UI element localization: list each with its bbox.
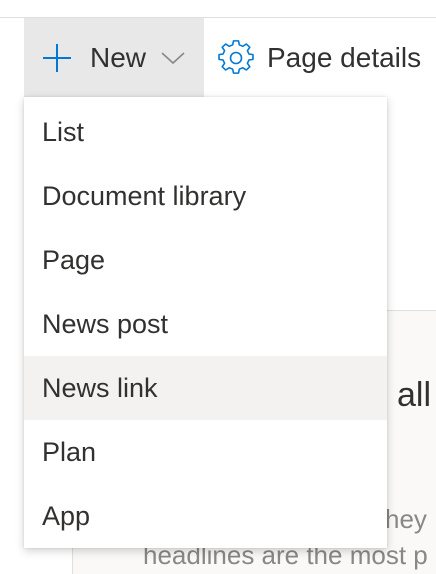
page-details-label: Page details [267,41,422,73]
menu-item-news-post[interactable]: News post [24,292,387,356]
command-bar: New Page details [0,18,436,97]
plus-icon [42,43,72,73]
background-text-line-1: hey [385,504,427,534]
menu-item-page[interactable]: Page [24,228,387,292]
background-heading: all [397,376,432,414]
menu-item-app[interactable]: App [24,484,387,548]
menu-item-plan[interactable]: Plan [24,420,387,484]
menu-item-document-library[interactable]: Document library [24,164,387,228]
new-button[interactable]: New [24,18,204,97]
menu-item-list[interactable]: List [24,100,387,164]
new-dropdown-menu: List Document library Page News post New… [24,97,387,548]
page-details-button[interactable]: Page details [218,18,421,97]
new-button-label: New [90,41,147,73]
gear-icon [218,39,254,76]
chevron-down-icon [160,50,186,66]
menu-item-news-link[interactable]: News link [24,356,387,420]
top-bar [0,0,436,18]
